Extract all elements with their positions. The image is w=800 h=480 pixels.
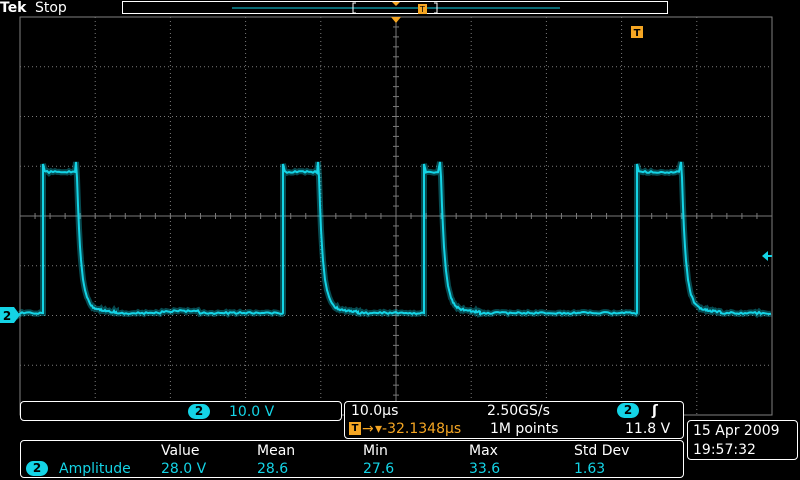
- trigger-source-badge: 2: [617, 403, 639, 418]
- trigger-icon: T: [349, 422, 361, 435]
- horizontal-scale: 10.0µs: [351, 403, 398, 419]
- datetime-panel: 15 Apr 2009 19:57:32: [687, 420, 798, 460]
- trigger-level: 11.8 V: [625, 421, 670, 437]
- measurement-header-min: Min: [363, 443, 388, 459]
- record-length: 1M points: [490, 421, 558, 437]
- measurement-header-value: Value: [161, 443, 199, 459]
- trigger-slope-icon: ʃ: [652, 403, 658, 419]
- trigger-position: ▾-32.1348µs: [375, 421, 461, 437]
- measurement-panel[interactable]: Value Mean Min Max Std Dev 2 Amplitude 2…: [20, 440, 684, 478]
- channel-2-badge: 2: [188, 404, 210, 419]
- measurement-mean: 28.6: [257, 461, 288, 477]
- measurement-min: 27.6: [363, 461, 394, 477]
- measurement-value: 28.0 V: [161, 461, 206, 477]
- trigger-level-marker[interactable]: [762, 251, 768, 261]
- measurement-header-mean: Mean: [257, 443, 295, 459]
- measurement-header-max: Max: [469, 443, 498, 459]
- measurement-name: Amplitude: [59, 461, 131, 477]
- svg-text:T: T: [634, 28, 641, 39]
- timebase-trigger-panel[interactable]: 10.0µs 2.50GS/s 2 ʃ T → ▾-32.1348µs 1M p…: [344, 401, 684, 439]
- measurement-max: 33.6: [469, 461, 500, 477]
- trigger-arrow: →: [362, 421, 374, 437]
- date: 15 Apr 2009: [693, 423, 780, 439]
- measurement-std-dev: 1.63: [574, 461, 605, 477]
- sample-rate: 2.50GS/s: [487, 403, 550, 419]
- measurement-header-std-dev: Std Dev: [574, 443, 629, 459]
- svg-text:T: T: [419, 5, 425, 14]
- trigger-position-marker[interactable]: [391, 17, 401, 23]
- record-view-indicator: T: [232, 2, 560, 14]
- channel-scale-panel[interactable]: 2 10.0 V: [20, 401, 342, 421]
- graticule: [20, 17, 772, 415]
- svg-text:2: 2: [3, 309, 11, 323]
- channel-2-scale: 10.0 V: [229, 404, 274, 420]
- trigger-point-icon: T: [631, 26, 643, 39]
- time: 19:57:32: [693, 442, 756, 458]
- measurement-channel-badge: 2: [26, 461, 48, 476]
